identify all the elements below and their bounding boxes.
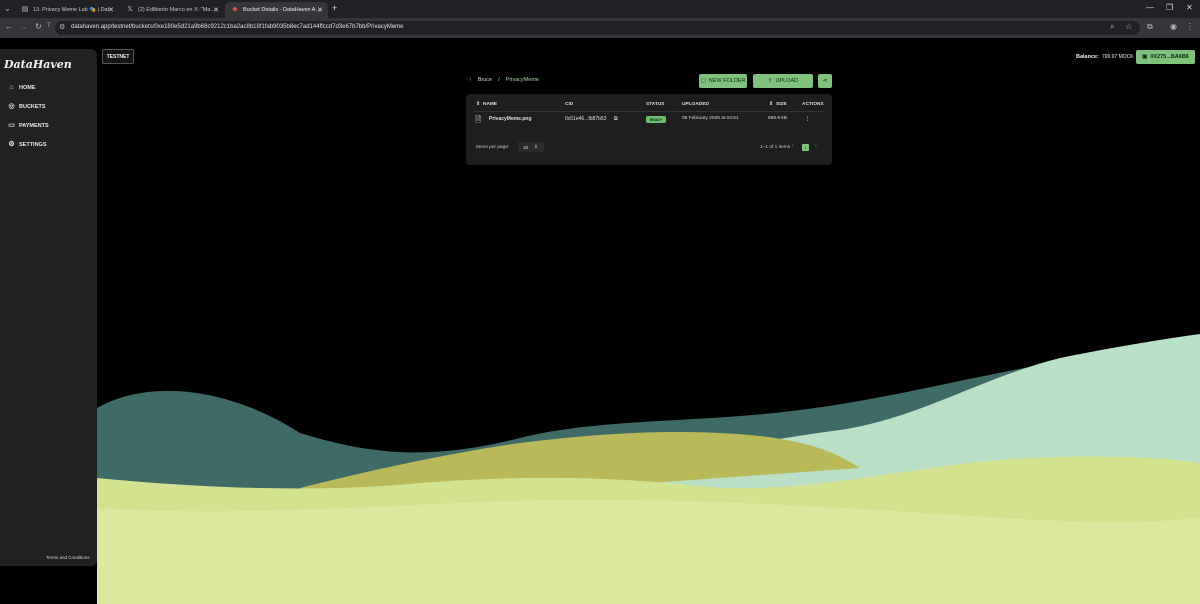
close-window-icon[interactable]: ✕ [1186, 3, 1193, 12]
prev-page-icon[interactable]: ‹ [792, 143, 794, 149]
copy-icon[interactable]: ⧉ [614, 116, 618, 122]
column-header-name[interactable]: NAME [483, 102, 497, 107]
breadcrumb-root[interactable]: Bruce [478, 77, 492, 83]
payments-icon: ▭ [8, 122, 15, 129]
menu-icon[interactable]: ⋮ [1186, 22, 1194, 31]
next-page-icon[interactable]: › [815, 143, 817, 149]
file-size: 586.9 kB [768, 116, 787, 121]
pagination-range: 1–1 of 1 items [760, 145, 791, 150]
breadcrumb-current: PrivacyMeme [505, 77, 539, 83]
datahaven-icon: ◆ [232, 6, 238, 13]
restore-icon[interactable]: ❐ [1166, 3, 1173, 12]
sidebar-item-payments[interactable]: ▭ PAYMENTS [8, 122, 48, 129]
close-tab-icon[interactable]: ✕ [317, 6, 323, 14]
page-icon: ▤ [21, 6, 29, 13]
new-tab-button[interactable]: + [332, 3, 337, 13]
address-bar[interactable]: ⚙ datahaven.app/testnet/buckets/0xe180e5… [55, 21, 1140, 35]
url-text: datahaven.app/testnet/buckets/0xe180e5d2… [71, 24, 404, 30]
app-page: DataHaven ⌂ HOME ◎ BUCKETS ▭ PAYMENTS ⚙ … [0, 38, 1200, 604]
reload-icon[interactable]: ↻ [35, 22, 42, 31]
header-divider [474, 111, 824, 112]
buckets-icon: ◎ [8, 103, 15, 110]
settings-icon: ⚙ [8, 141, 15, 148]
sidebar-item-settings[interactable]: ⚙ SETTINGS [8, 141, 46, 148]
zoom-icon[interactable]: ⌕ [1110, 22, 1114, 32]
sidebar-item-home[interactable]: ⌂ HOME [8, 84, 35, 91]
logo[interactable]: DataHaven [4, 58, 72, 71]
back-icon[interactable]: ← [5, 22, 13, 31]
sidebar-item-buckets[interactable]: ◎ BUCKETS [8, 103, 45, 110]
terms-link[interactable]: Terms and Conditions [46, 555, 90, 560]
wallet-button[interactable]: ▣ 0X275...BA6B6 [1136, 50, 1195, 64]
close-tab-icon[interactable]: ✕ [213, 6, 219, 14]
up-arrow-icon[interactable]: ↑ [469, 77, 472, 83]
reload-badge: 7 [47, 23, 51, 29]
browser-tab-2[interactable]: 𝕏 (2) Edilberto Marco en X: "Made ✕ [120, 2, 224, 18]
browser-toolbar: ← → ↻ 7 ⚙ datahaven.app/testnet/buckets/… [0, 18, 1200, 38]
items-per-page-label: Items per page: [476, 145, 510, 150]
file-name[interactable]: PrivacyMeme.png [489, 116, 532, 122]
site-info-icon[interactable]: ⚙ [59, 23, 65, 31]
breadcrumb-separator: / [498, 77, 500, 83]
browser-tab-bar: ⌄ ▤ 13. Privacy Meme Lab 🎭 | Dat ✕ 𝕏 (2)… [0, 0, 1200, 18]
sidebar: DataHaven ⌂ HOME ◎ BUCKETS ▭ PAYMENTS ⚙ … [0, 49, 97, 566]
items-per-page-select[interactable]: 10 ⇕ [518, 142, 544, 152]
share-button[interactable]: ⋖ [818, 74, 832, 88]
status-badge: READY [646, 116, 666, 123]
column-header-actions: ACTIONS [802, 102, 824, 107]
column-header-uploaded: UPLOADED [682, 102, 709, 107]
files-table: ⇕ NAME CID STATUS UPLOADED ⇕ SIZE ACTION… [466, 94, 832, 165]
minimize-icon[interactable]: — [1146, 3, 1154, 12]
forward-icon[interactable]: → [20, 22, 28, 31]
chevron-updown-icon: ⇕ [534, 144, 538, 149]
file-image-icon: 🗎 [475, 115, 482, 124]
new-folder-button[interactable]: ▢ NEW FOLDER [699, 74, 747, 88]
extensions-icon[interactable]: ⧉ [1147, 22, 1153, 32]
browser-tab-3[interactable]: ◆ Bucket Details - DataHaven App ✕ [225, 2, 328, 18]
share-icon: ⋖ [822, 78, 828, 84]
column-header-status: STATUS [646, 102, 665, 107]
sort-size-icon[interactable]: ⇕ [769, 102, 773, 107]
page-1-button[interactable]: 1 [802, 144, 809, 151]
bookmark-star-icon[interactable]: ☆ [1125, 22, 1132, 31]
close-tab-icon[interactable]: ✕ [108, 6, 114, 14]
tab-search-icon[interactable]: ⌄ [4, 4, 11, 13]
home-icon: ⌂ [9, 84, 14, 91]
network-badge[interactable]: TESTNET [102, 49, 134, 64]
browser-tab-1[interactable]: ▤ 13. Privacy Meme Lab 🎭 | Dat ✕ [15, 2, 119, 18]
upload-button[interactable]: ⇪ UPLOAD [753, 74, 813, 88]
upload-icon: ⇪ [767, 78, 773, 84]
wallet-icon: ▣ [1142, 54, 1148, 60]
folder-plus-icon: ▢ [700, 78, 706, 84]
file-uploaded: 06 February 2026 at 03:51 [682, 116, 739, 121]
breadcrumb: ↑ Bruce / PrivacyMeme [469, 77, 539, 83]
file-cid: 0x51e46...fb87b53 [565, 116, 607, 122]
x-logo-icon: 𝕏 [127, 6, 133, 13]
profile-icon[interactable]: ◉ [1170, 22, 1177, 31]
row-actions-icon[interactable]: ⋮ [805, 116, 810, 122]
sort-name-icon[interactable]: ⇕ [476, 102, 480, 107]
column-header-size[interactable]: SIZE [776, 102, 787, 107]
balance: Balance: 799.97 MOCK [1076, 54, 1134, 60]
column-header-cid: CID [565, 102, 574, 107]
